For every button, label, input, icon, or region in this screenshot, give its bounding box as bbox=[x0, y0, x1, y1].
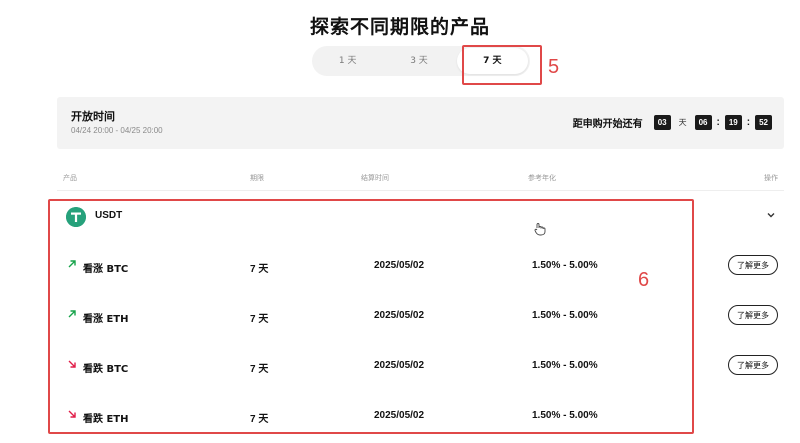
column-settle: 结算时间 bbox=[361, 174, 389, 182]
annotation-number-tab: 5 bbox=[548, 56, 560, 78]
chevron-down-icon[interactable] bbox=[766, 210, 776, 220]
column-term: 期限 bbox=[250, 174, 264, 182]
countdown-separator: : bbox=[716, 117, 720, 128]
countdown-separator: : bbox=[746, 117, 751, 128]
countdown-hours: 06 bbox=[694, 115, 712, 130]
countdown: 距申购开始还有 03 天 06 : 19 : 52 bbox=[573, 115, 772, 130]
tab-1-day[interactable]: 1 天 bbox=[312, 46, 383, 76]
annotation-box-tab bbox=[462, 45, 542, 85]
open-time-card: 开放时间 04/24 20:00 - 04/25 20:00 距申购开始还有 0… bbox=[57, 97, 784, 149]
column-apr: 参考年化 bbox=[528, 174, 556, 182]
table-header: 产品 期限 结算时间 参考年化 操作 bbox=[57, 170, 784, 191]
countdown-seconds: 52 bbox=[755, 115, 772, 130]
annotation-number-table: 6 bbox=[638, 269, 650, 291]
column-action: 操作 bbox=[764, 174, 778, 182]
annotation-box-table bbox=[48, 199, 694, 434]
page-title: 探索不同期限的产品 bbox=[309, 16, 490, 38]
open-time-label: 开放时间 bbox=[71, 110, 115, 123]
learn-more-button[interactable]: 了解更多 bbox=[728, 305, 778, 325]
countdown-days-unit: 天 bbox=[678, 118, 687, 127]
tab-3-days[interactable]: 3 天 bbox=[383, 46, 454, 76]
countdown-days: 03 bbox=[653, 115, 671, 130]
open-time-range: 04/24 20:00 - 04/25 20:00 bbox=[71, 126, 163, 135]
learn-more-button[interactable]: 了解更多 bbox=[728, 255, 778, 275]
learn-more-button[interactable]: 了解更多 bbox=[728, 355, 778, 375]
column-product: 产品 bbox=[63, 174, 77, 182]
countdown-minutes: 19 bbox=[724, 115, 742, 130]
countdown-label: 距申购开始还有 bbox=[572, 119, 643, 130]
